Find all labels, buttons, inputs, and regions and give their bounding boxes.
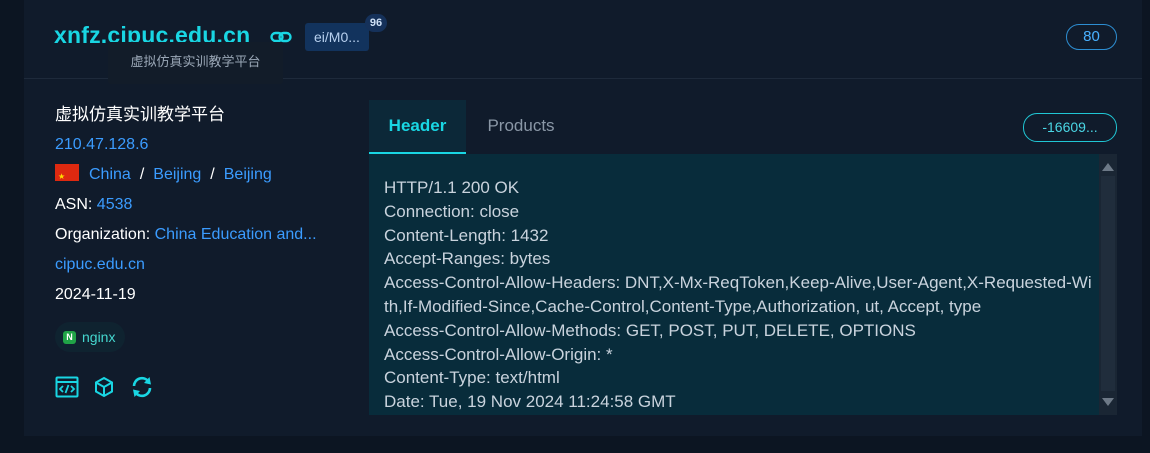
organization-link[interactable]: China Education and... xyxy=(155,226,317,243)
refresh-icon[interactable] xyxy=(130,375,154,404)
tab-products[interactable]: Products xyxy=(466,100,576,152)
location-separator: / xyxy=(210,166,215,183)
host-info: 虚拟仿真实训教学平台 210.47.128.6 China / Beijing / Be… xyxy=(55,101,345,311)
organization-label: Organization: xyxy=(55,226,151,243)
tech-tag-label: nginx xyxy=(82,329,116,345)
title-tooltip: 虚拟仿真实训教学平台 xyxy=(108,42,283,84)
favicon-hash-badge[interactable]: -16609... xyxy=(1023,113,1117,142)
asn-row: ASN: 4538 xyxy=(55,191,345,221)
region-link[interactable]: Beijing xyxy=(153,166,201,183)
asn-link[interactable]: 4538 xyxy=(97,196,133,213)
code-icon[interactable] xyxy=(55,376,79,403)
location-row: China / Beijing / Beijing xyxy=(55,161,345,191)
scrollbar-thumb[interactable] xyxy=(1101,176,1115,391)
city-link[interactable]: Beijing xyxy=(224,166,272,183)
china-flag-icon xyxy=(55,163,79,191)
tech-tag-nginx[interactable]: Nnginx xyxy=(55,322,126,352)
tag-count-badge: 96 xyxy=(365,14,387,32)
header-banner: HTTP/1.1 200 OK Connection: close Conten… xyxy=(369,154,1117,415)
ip-link[interactable]: 210.47.128.6 xyxy=(55,131,345,161)
tab-header[interactable]: Header xyxy=(369,100,466,154)
tag-pill[interactable]: ei/M0... xyxy=(305,23,369,51)
site-title: 虚拟仿真实训教学平台 xyxy=(55,105,225,124)
banner-text: HTTP/1.1 200 OK Connection: close Conten… xyxy=(384,178,1092,412)
scroll-down-icon[interactable] xyxy=(1102,398,1114,406)
asn-label: ASN: xyxy=(55,196,93,213)
organization-row: Organization: China Education and... xyxy=(55,221,345,251)
scan-date: 2024-11-19 xyxy=(55,286,136,303)
domain-link[interactable]: cipuc.edu.cn xyxy=(55,251,345,281)
cube-icon[interactable] xyxy=(93,376,115,403)
banner-scrollbar[interactable] xyxy=(1099,154,1117,415)
scroll-up-icon[interactable] xyxy=(1102,163,1114,171)
nginx-logo-icon: N xyxy=(63,330,76,344)
country-link[interactable]: China xyxy=(89,166,131,183)
tool-icons xyxy=(55,375,164,404)
result-card: xnfz.cipuc.edu.cn ei/M0... 96 80 虚拟仿真实训教… xyxy=(24,0,1142,436)
port-badge[interactable]: 80 xyxy=(1066,24,1117,50)
location-separator: / xyxy=(139,166,145,183)
